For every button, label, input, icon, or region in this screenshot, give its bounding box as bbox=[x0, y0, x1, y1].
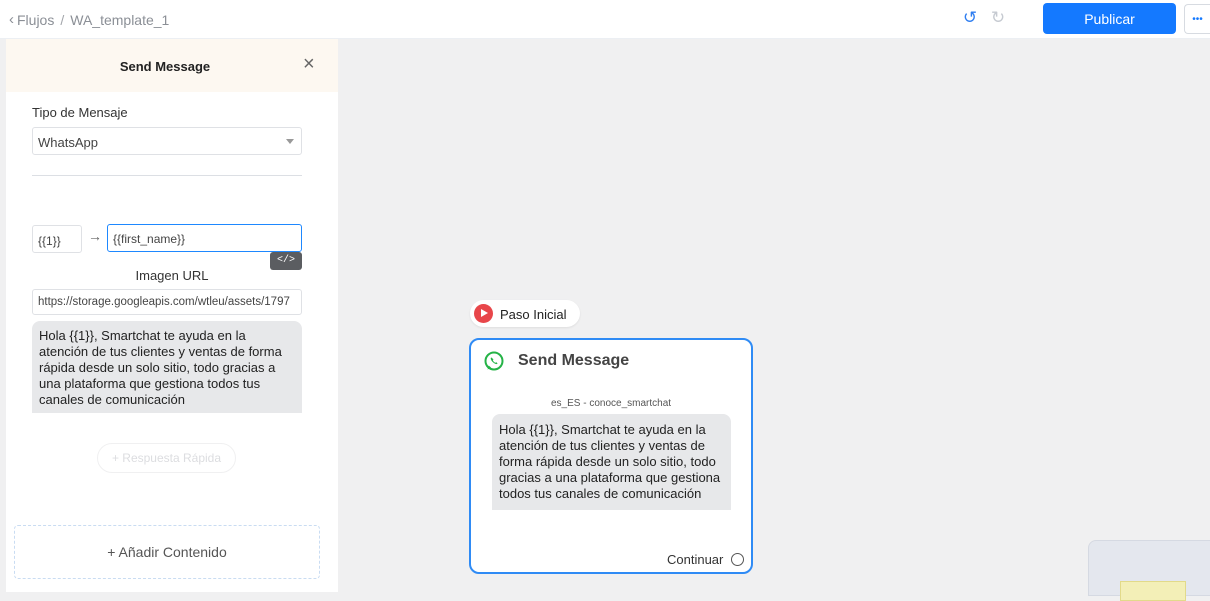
undo-redo-group: ↺ ↻ bbox=[962, 8, 1006, 28]
continue-connector-handle[interactable] bbox=[731, 553, 744, 566]
start-node-label: Paso Inicial bbox=[500, 307, 567, 322]
send-message-node[interactable]: Send Message es_ES - conoce_smartchat Ho… bbox=[469, 338, 753, 574]
play-icon bbox=[474, 304, 493, 323]
template-name: es_ES - conoce_smartchat bbox=[550, 398, 672, 409]
close-icon[interactable]: × bbox=[303, 54, 315, 74]
quick-reply-button[interactable]: + Respuesta Rápida bbox=[97, 443, 236, 473]
image-url-input[interactable]: https://storage.googleapis.com/wtleu/ass… bbox=[32, 289, 302, 315]
message-type-value: WhatsApp bbox=[38, 135, 98, 150]
message-type-label: Tipo de Mensaje bbox=[32, 105, 128, 120]
breadcrumb-root[interactable]: Flujos bbox=[17, 12, 54, 28]
undo-icon[interactable]: ↺ bbox=[962, 8, 978, 28]
minimap[interactable] bbox=[1088, 540, 1210, 601]
arrow-right-icon: → bbox=[88, 228, 102, 244]
divider bbox=[32, 175, 302, 176]
minimap-node bbox=[1120, 581, 1186, 601]
start-node[interactable]: Paso Inicial bbox=[470, 300, 580, 327]
variable-key-field: {{1}} bbox=[32, 225, 82, 253]
breadcrumb-separator: / bbox=[60, 11, 65, 28]
message-type-select[interactable]: WhatsApp bbox=[32, 127, 302, 155]
image-url-label: Imagen URL bbox=[135, 268, 209, 283]
message-preview[interactable]: Hola {{1}}, Smartchat te ayuda en la ate… bbox=[32, 321, 302, 413]
chevron-left-icon[interactable]: ‹ bbox=[9, 11, 14, 28]
whatsapp-icon bbox=[483, 350, 505, 377]
breadcrumb-current: WA_template_1 bbox=[70, 11, 170, 28]
more-options-button[interactable]: ••• bbox=[1184, 4, 1210, 34]
node-message-bubble: Hola {{1}}, Smartchat te ayuda en la ate… bbox=[492, 414, 731, 510]
panel-header: Send Message × bbox=[6, 39, 338, 92]
top-bar: ‹ Flujos / WA_template_1 ↺ ↻ Publicar ••… bbox=[0, 0, 1210, 39]
add-content-button[interactable]: + Añadir Contenido bbox=[14, 525, 320, 579]
panel-title: Send Message bbox=[119, 59, 211, 74]
send-message-panel: Send Message × Tipo de Mensaje WhatsApp … bbox=[6, 39, 338, 592]
publish-button[interactable]: Publicar bbox=[1043, 3, 1176, 34]
continue-label: Continuar bbox=[667, 552, 724, 567]
node-title: Send Message bbox=[518, 352, 630, 369]
redo-icon[interactable]: ↻ bbox=[990, 8, 1006, 28]
breadcrumb: ‹ Flujos / WA_template_1 bbox=[9, 11, 169, 28]
variable-value-input[interactable]: {{first_name}} bbox=[107, 224, 302, 252]
caret-down-icon bbox=[286, 139, 294, 144]
